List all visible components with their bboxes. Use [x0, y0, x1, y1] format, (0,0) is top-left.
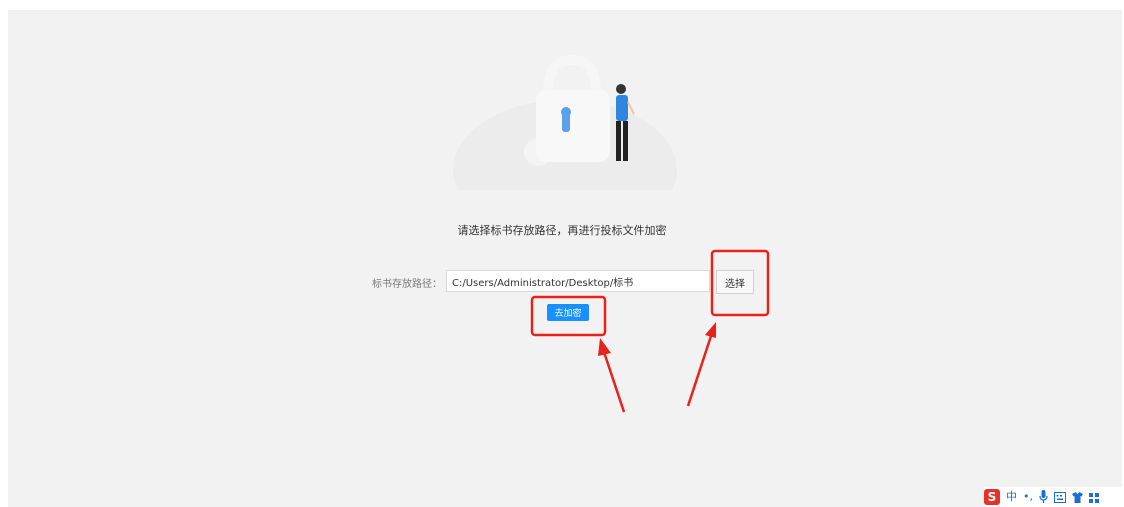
ime-logo-icon[interactable]: S: [984, 489, 1000, 505]
punctuation-icon[interactable]: •,: [1023, 489, 1033, 505]
ime-toolbar: S 中 •,: [984, 487, 1124, 507]
instruction-text: 请选择标书存放路径，再进行投标文件加密: [457, 224, 667, 237]
ime-mode-toggle[interactable]: 中: [1006, 489, 1017, 505]
lock-shackle: [543, 54, 601, 95]
path-input[interactable]: [446, 270, 710, 292]
lock-body: [536, 90, 610, 162]
toolbox-icon[interactable]: [1089, 488, 1099, 507]
skin-icon[interactable]: [1072, 488, 1083, 507]
microphone-icon[interactable]: [1039, 488, 1048, 507]
keyboard-icon[interactable]: [1054, 488, 1066, 507]
path-label: 标书存放路径：: [372, 279, 442, 290]
select-button[interactable]: 选择: [716, 270, 754, 294]
keyhole-slot: [562, 112, 570, 132]
encrypt-button[interactable]: 去加密: [547, 304, 589, 321]
lock-illustration: [453, 54, 677, 190]
